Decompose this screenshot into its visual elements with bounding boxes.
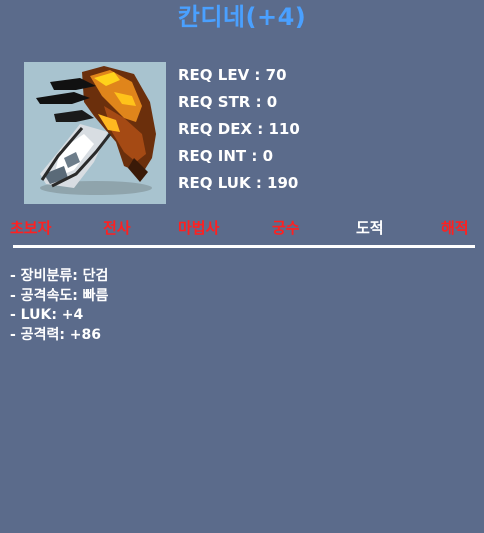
requirements-list: REQ LEV : 70 REQ STR : 0 REQ DEX : 110 R… <box>178 66 300 201</box>
item-name: 칸디네(+4) <box>177 3 307 31</box>
req-dex: REQ DEX : 110 <box>178 120 300 138</box>
job-archer: 궁수 <box>272 219 300 237</box>
stat-attack-speed: - 공격속도: 빠름 <box>10 287 109 304</box>
req-str: REQ STR : 0 <box>178 93 278 111</box>
divider <box>13 245 475 248</box>
job-beginner: 초보자 <box>10 219 52 237</box>
job-warrior: 전사 <box>103 219 131 237</box>
req-int: REQ INT : 0 <box>178 147 274 165</box>
item-tooltip: 칸디네(+4) REQ LEV : 70 REQ STR: 0 REQ DEX… <box>0 0 484 533</box>
job-pirate: 해적 <box>441 219 469 237</box>
job-restrictions: 초보자 전사 마법사 궁수 도적 해적 <box>0 217 484 241</box>
job-magician: 마법사 <box>178 219 220 237</box>
req-level: REQ LEV : 70 <box>178 66 287 84</box>
item-stats: - 장비분류: 단검 - 공격속도: 빠름 - LUK: +4 - 공격력: +… <box>10 267 108 345</box>
stat-category: - 장비분류: 단검 <box>10 268 109 284</box>
job-thief: 도적 <box>356 219 384 237</box>
stat-luk: - LUK: +4 <box>10 307 84 323</box>
req-luk: REQ LUK : 190 <box>178 174 299 192</box>
stat-attack: - 공격력: +86 <box>10 326 102 343</box>
item-icon-frame <box>24 62 166 204</box>
dagger-claw-icon <box>36 66 156 195</box>
